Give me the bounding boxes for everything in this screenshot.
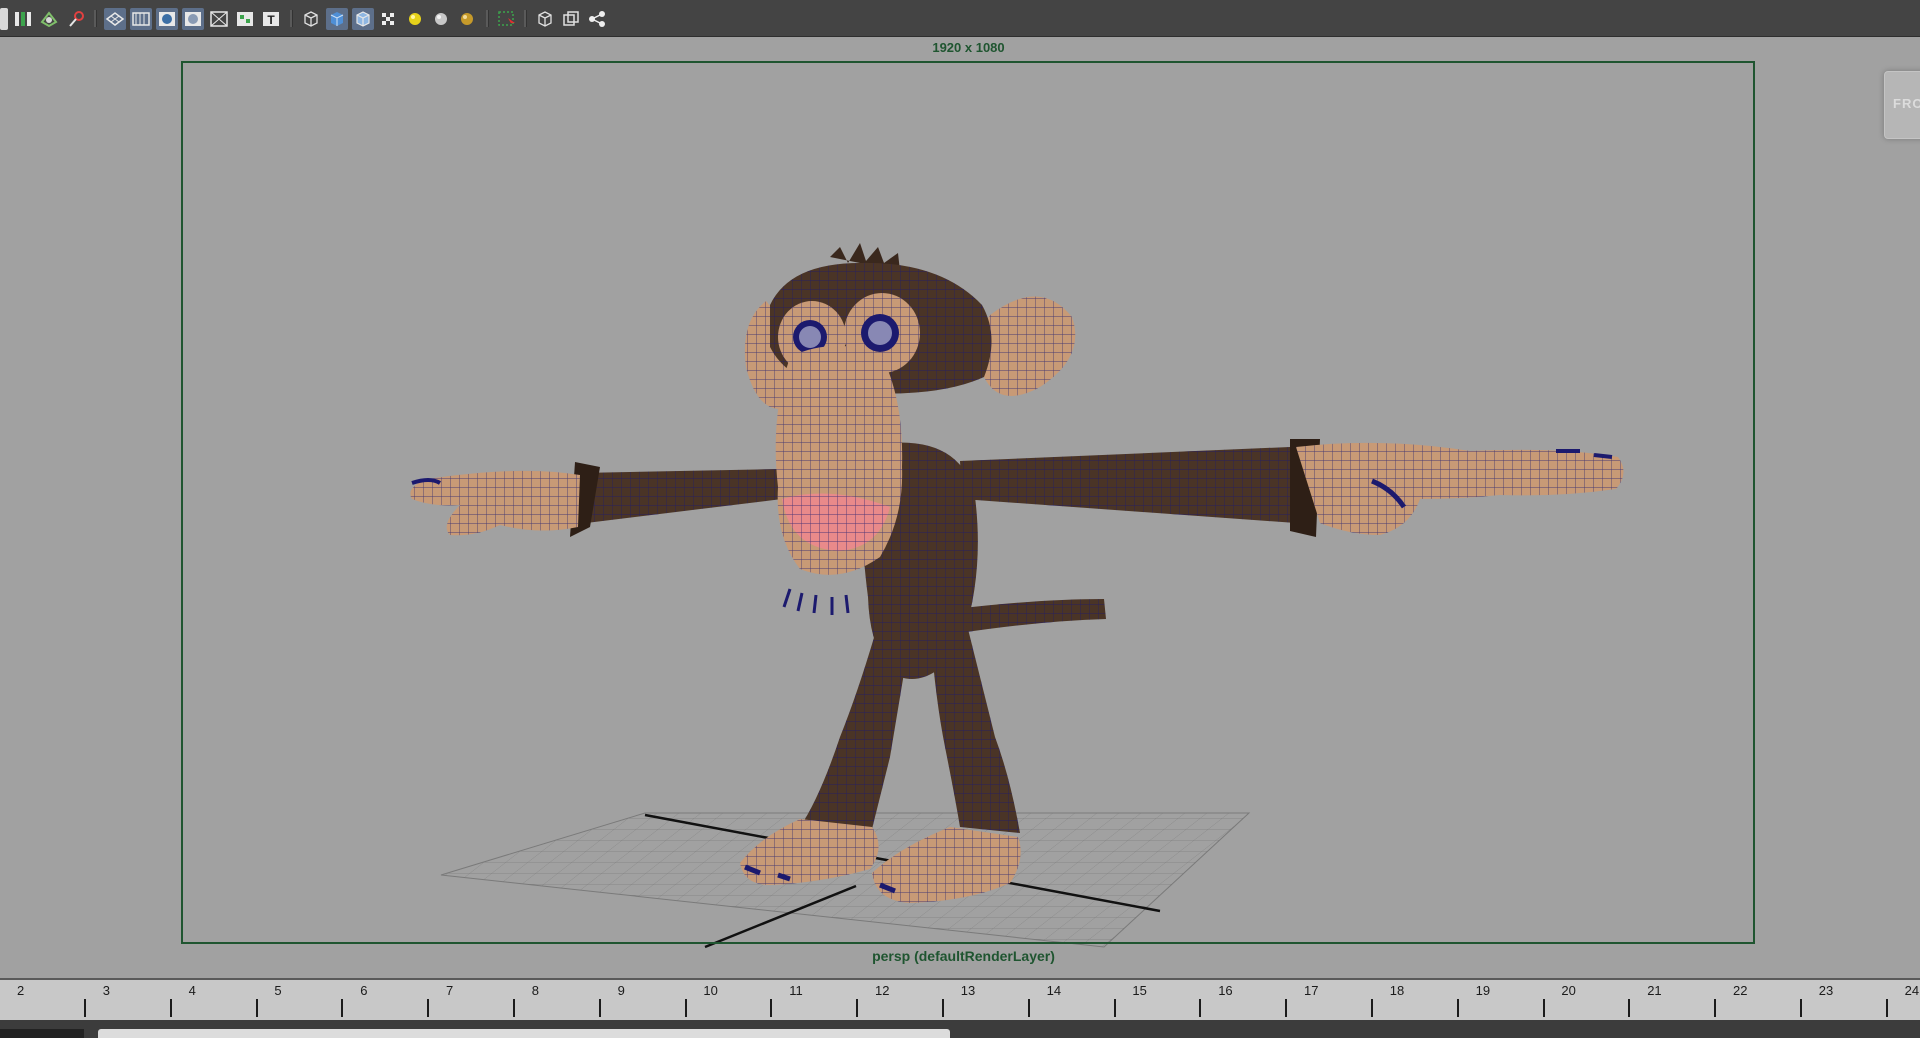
frame-all-icon[interactable] [534, 8, 556, 30]
hud-icon[interactable]: T [260, 8, 282, 30]
frame-tick [1199, 999, 1202, 1017]
use-all-lights-icon[interactable] [404, 8, 426, 30]
grid-toggle-icon[interactable] [104, 8, 126, 30]
frame-label: 6 [360, 983, 368, 998]
frame-label: 17 [1304, 983, 1319, 998]
xray-icon[interactable] [38, 8, 60, 30]
display-layers-icon[interactable] [66, 8, 88, 30]
frame-label: 15 [1132, 983, 1147, 998]
frame-label: 12 [875, 983, 890, 998]
frame-label: 8 [531, 983, 540, 998]
frame-selected-icon[interactable] [560, 8, 582, 30]
frame-tick [1628, 999, 1631, 1017]
viewport-toolbar: T [0, 0, 1920, 37]
frame-tick [427, 999, 430, 1017]
frame-tick [169, 999, 172, 1017]
field-chart-icon[interactable] [208, 8, 230, 30]
frame-tick [1885, 999, 1888, 1017]
frame-tick [84, 999, 86, 1017]
shadows-icon[interactable] [430, 8, 452, 30]
frame-label: 9 [617, 983, 625, 998]
frame-label: 13 [960, 983, 976, 998]
svg-text:T: T [267, 13, 275, 27]
frame-tick [1371, 999, 1373, 1017]
channel-box-icon[interactable] [0, 8, 8, 30]
frame-label: 24 [1904, 983, 1920, 998]
frame-label: 20 [1561, 983, 1576, 998]
resolution-gate-icon[interactable] [156, 8, 178, 30]
frame-label: 5 [274, 983, 282, 998]
resolution-gate [181, 61, 1755, 944]
frame-label: 3 [102, 983, 111, 998]
frame-label: 7 [446, 983, 454, 998]
time-slider[interactable]: 2 3 4 5 6 7 8 9 10 11 12 13 14 15 16 17 18 19 20 21 22 23 24 [0, 978, 1920, 1020]
textured-icon[interactable] [378, 8, 400, 30]
frame-label: 19 [1475, 983, 1491, 998]
range-start-field[interactable] [0, 1029, 84, 1038]
frame-tick [1800, 999, 1802, 1017]
frame-tick [942, 999, 944, 1017]
frame-tick [513, 999, 515, 1017]
isolate-select-icon[interactable] [12, 8, 34, 30]
node-editor-icon[interactable] [586, 8, 608, 30]
frame-label: 18 [1389, 983, 1405, 998]
hardware-texturing-icon[interactable] [456, 8, 478, 30]
frame-tick [1456, 999, 1459, 1017]
frame-tick [856, 999, 859, 1017]
frame-tick [684, 999, 687, 1017]
frame-label: 16 [1218, 983, 1233, 998]
safe-action-icon[interactable] [182, 8, 204, 30]
frame-tick [770, 999, 773, 1017]
frame-tick [341, 999, 344, 1017]
camera-name-label: persp (defaultRenderLayer) [872, 948, 1055, 964]
frame-tick [1027, 999, 1030, 1017]
frame-label: 10 [703, 983, 718, 998]
range-slider-track[interactable] [98, 1029, 950, 1038]
frame-label: 4 [188, 983, 196, 998]
wireframe-icon[interactable] [300, 8, 322, 30]
viewcube[interactable]: FRON [1884, 71, 1920, 139]
range-slider-bar [0, 1020, 1920, 1038]
frame-label: 11 [789, 983, 803, 998]
frame-tick [255, 999, 258, 1017]
frame-label: 2 [17, 983, 25, 998]
perspective-viewport[interactable]: 1920 x 1080 persp (defaultRenderLayer) F… [0, 37, 1920, 977]
wireframe-on-shaded-icon[interactable] [352, 8, 374, 30]
frame-tick [1542, 999, 1545, 1017]
frame-tick [1113, 999, 1116, 1017]
film-gate-icon[interactable] [130, 8, 152, 30]
viewcube-face-label: FRON [1893, 96, 1920, 111]
select-camera-icon[interactable] [496, 8, 518, 30]
frame-label: 22 [1733, 983, 1748, 998]
smooth-shade-icon[interactable] [326, 8, 348, 30]
frame-tick [1285, 999, 1288, 1017]
safe-title-icon[interactable] [234, 8, 256, 30]
frame-tick [598, 999, 601, 1017]
frame-label: 21 [1647, 983, 1662, 998]
frame-label: 14 [1046, 983, 1062, 998]
frame-tick [1714, 999, 1717, 1017]
frame-label: 23 [1818, 983, 1834, 998]
